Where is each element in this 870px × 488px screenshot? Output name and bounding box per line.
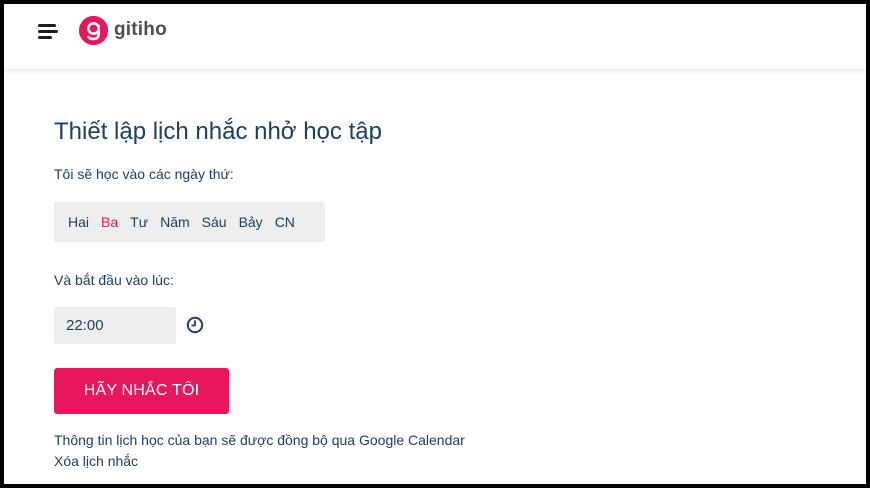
hamburger-menu-icon[interactable] bbox=[38, 22, 60, 42]
gitiho-logo-mark bbox=[79, 15, 108, 45]
day-option-nam[interactable]: Năm bbox=[160, 214, 190, 230]
day-option-tu[interactable]: Tư bbox=[130, 214, 148, 230]
clear-reminder-link[interactable]: Xóa lịch nhắc bbox=[54, 453, 138, 469]
day-option-sau[interactable]: Sáu bbox=[202, 214, 227, 230]
clock-icon[interactable] bbox=[186, 316, 204, 334]
remind-me-button[interactable]: HÃY NHẮC TÔI bbox=[54, 368, 229, 414]
day-option-bay[interactable]: Bảy bbox=[239, 214, 263, 230]
calendar-sync-note: Thông tin lịch học của bạn sẽ được đồng … bbox=[54, 432, 465, 448]
page-title: Thiết lập lịch nhắc nhở học tập bbox=[54, 118, 382, 145]
time-input[interactable] bbox=[54, 307, 176, 344]
app-frame: gitiho Thiết lập lịch nhắc nhở học tập T… bbox=[4, 4, 866, 484]
day-selector: Hai Ba Tư Năm Sáu Bảy CN bbox=[54, 202, 325, 242]
days-label: Tôi sẽ học vào các ngày thứ: bbox=[54, 166, 234, 182]
day-option-hai[interactable]: Hai bbox=[68, 214, 89, 230]
start-time-label: Và bắt đầu vào lúc: bbox=[54, 272, 174, 288]
logo-text: gitiho bbox=[114, 19, 167, 40]
gitiho-logo[interactable]: gitiho bbox=[79, 14, 167, 46]
logo-g-glyph bbox=[79, 15, 108, 45]
day-option-cn[interactable]: CN bbox=[275, 214, 295, 230]
top-navbar: gitiho bbox=[4, 4, 866, 70]
day-option-ba[interactable]: Ba bbox=[101, 214, 118, 230]
